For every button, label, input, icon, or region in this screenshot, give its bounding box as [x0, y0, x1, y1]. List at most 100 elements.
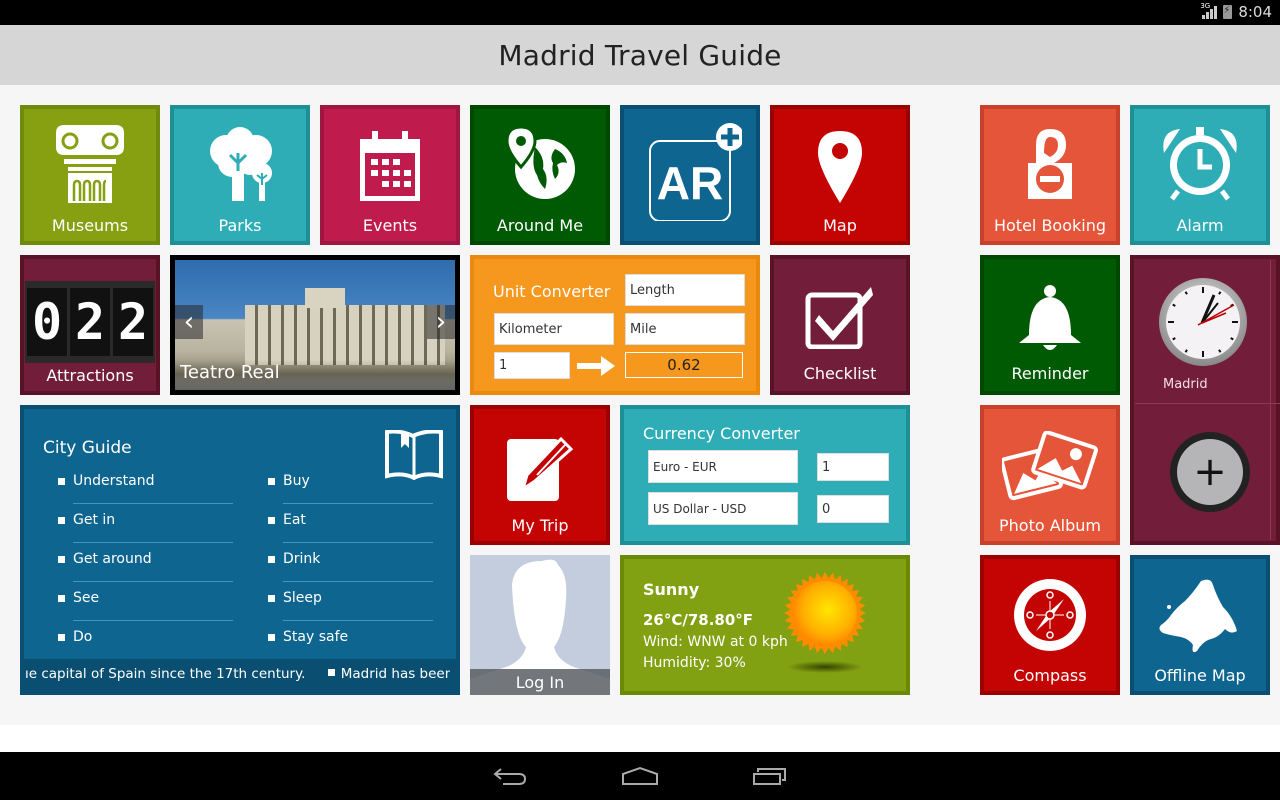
home-button[interactable] [620, 761, 660, 791]
bottom-spacer [0, 725, 1280, 752]
unit-converter-tile: Unit Converter 0.62 [470, 255, 760, 395]
parks-label: Parks [218, 216, 262, 235]
photo-slideshow-tile[interactable]: ‹ › Teatro Real [170, 255, 460, 395]
alarm-tile[interactable]: Alarm [1130, 105, 1270, 245]
city-guide-item[interactable]: Get in [58, 512, 115, 528]
hotel-booking-tile[interactable]: Hotel Booking [980, 105, 1120, 245]
city-guide-item-label: Do [73, 629, 93, 645]
city-guide-tile: City Guide ıe capital of Spain since the… [20, 405, 460, 695]
bullet-icon [268, 516, 275, 524]
to-amount-input[interactable] [817, 495, 889, 523]
weather-wind: Wind: WNW at 0 kph [643, 634, 788, 650]
slideshow-caption: Teatro Real [180, 362, 280, 383]
signal-icon: 3G [1200, 2, 1218, 19]
recent-apps-icon [753, 768, 786, 785]
divider [73, 581, 233, 582]
map-tile[interactable]: Map [770, 105, 910, 245]
ar-tile[interactable]: AR [620, 105, 760, 245]
city-guide-item[interactable]: Sleep [268, 590, 322, 606]
events-label: Events [362, 216, 418, 235]
city-guide-item[interactable]: Drink [268, 551, 320, 567]
analog-clock-icon[interactable] [1158, 277, 1248, 367]
world-clock-city: Madrid [1163, 377, 1208, 392]
city-guide-item-label: Understand [73, 473, 155, 489]
ticker-bullet [327, 669, 335, 676]
status-bar: 3G 8:04 [0, 0, 1280, 25]
city-guide-item[interactable]: Do [58, 629, 92, 645]
city-guide-item-label: Sleep [283, 590, 322, 606]
compass-icon [1014, 579, 1086, 651]
add-clock-button[interactable]: + [1170, 432, 1250, 512]
globe-pin-icon [505, 127, 575, 199]
city-guide-ticker: ıe capital of Spain since the 17th centu… [25, 666, 450, 686]
bullet-icon [268, 477, 275, 485]
login-tile[interactable]: Log In [470, 555, 610, 695]
bullet-icon [58, 633, 65, 641]
attractions-counter: 0 2 2 [25, 281, 155, 363]
city-guide-item[interactable]: Buy [268, 473, 310, 489]
bell-icon [1019, 285, 1081, 350]
events-tile[interactable]: Events [320, 105, 460, 245]
currency-converter-title: Currency Converter [643, 424, 800, 443]
to-currency-select[interactable] [648, 492, 798, 525]
divider [283, 581, 433, 582]
city-guide-item-label: Buy [283, 473, 310, 489]
photos-icon [1002, 431, 1098, 501]
recent-apps-button[interactable] [750, 761, 790, 791]
city-guide-item[interactable]: See [58, 590, 99, 606]
battery-charging-icon [1223, 5, 1233, 19]
attractions-tile[interactable]: 0 2 2 Attractions [20, 255, 160, 395]
calendar-icon [360, 131, 420, 201]
bullet-icon [58, 516, 65, 524]
from-amount-input[interactable] [817, 453, 889, 481]
checklist-label: Checklist [803, 364, 877, 383]
slideshow-next-button[interactable]: › [427, 305, 455, 339]
back-button[interactable] [490, 761, 530, 791]
counter-digit: 0 [27, 288, 67, 356]
city-guide-title: City Guide [43, 438, 132, 458]
museums-tile[interactable]: Museums [20, 105, 160, 245]
divider [283, 503, 433, 504]
bullet-icon [268, 555, 275, 563]
currency-converter-tile: Currency Converter [620, 405, 910, 545]
checklist-tile[interactable]: Checklist [770, 255, 910, 395]
system-nav-bar [0, 752, 1280, 800]
parks-tile[interactable]: Parks [170, 105, 310, 245]
my-trip-tile[interactable]: My Trip [470, 405, 610, 545]
checkbox-icon [805, 287, 873, 349]
photo-album-tile[interactable]: Photo Album [980, 405, 1120, 545]
city-guide-item-label: See [73, 590, 100, 606]
back-icon [493, 768, 527, 785]
city-guide-item[interactable]: Get around [58, 551, 152, 567]
counter-digit: 2 [70, 288, 110, 356]
city-guide-item[interactable]: Understand [58, 473, 155, 489]
reminder-tile[interactable]: Reminder [980, 255, 1120, 395]
city-guide-item[interactable]: Eat [268, 512, 306, 528]
weather-temperature: 26°C/78.80°F [643, 611, 754, 629]
divider [73, 620, 233, 621]
bullet-icon [268, 633, 275, 641]
svg-text:AR: AR [657, 157, 723, 209]
slideshow-prev-button[interactable]: ‹ [175, 305, 203, 339]
city-guide-item[interactable]: Stay safe [268, 629, 348, 645]
hotel-booking-label: Hotel Booking [993, 216, 1107, 235]
network-type: 3G [1200, 2, 1211, 10]
home-icon [622, 766, 658, 785]
compass-label: Compass [1013, 666, 1087, 685]
from-unit-select[interactable] [494, 313, 614, 345]
divider [73, 542, 233, 543]
map-label: Map [823, 216, 857, 235]
unit-value-input[interactable] [494, 352, 570, 379]
around-me-tile[interactable]: Around Me [470, 105, 610, 245]
my-trip-label: My Trip [511, 516, 569, 535]
weather-condition: Sunny [643, 580, 700, 599]
app-header: Madrid Travel Guide [0, 25, 1280, 85]
offline-map-tile[interactable]: Offline Map [1130, 555, 1270, 695]
clock-time: 8:04 [1238, 3, 1272, 21]
compass-tile[interactable]: Compass [980, 555, 1120, 695]
unit-result-output: 0.62 [625, 352, 743, 378]
unit-category-select[interactable] [625, 274, 745, 306]
from-currency-select[interactable] [648, 450, 798, 483]
page-title: Madrid Travel Guide [498, 38, 782, 72]
to-unit-select[interactable] [625, 313, 745, 345]
